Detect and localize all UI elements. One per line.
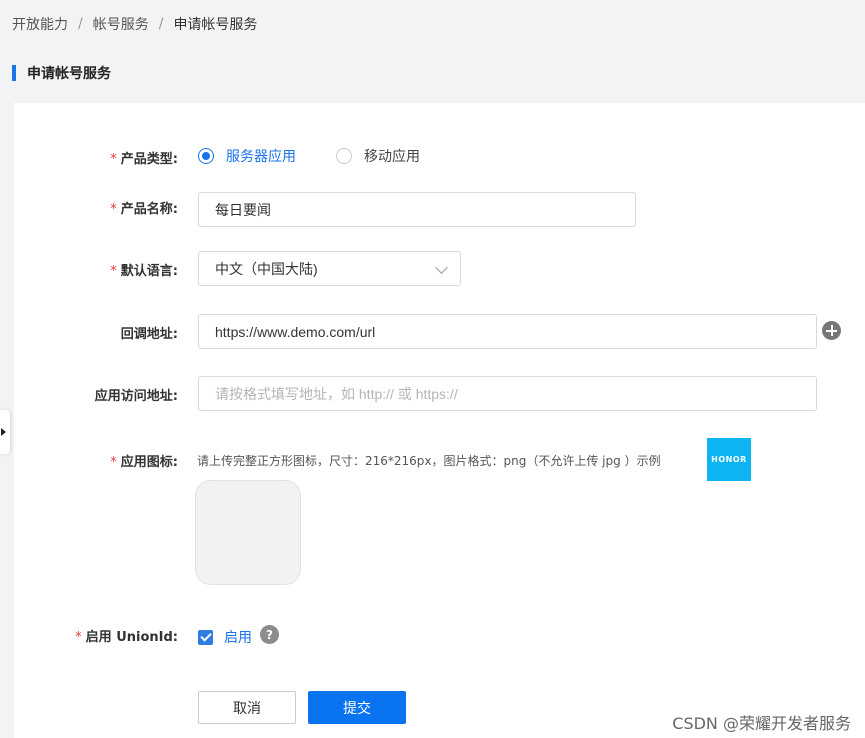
unionid-label-text: 启用 UnionId: xyxy=(85,630,178,645)
breadcrumb-apply-account-service: 申请帐号服务 xyxy=(173,17,258,33)
breadcrumb-separator: / xyxy=(158,16,164,32)
callback-url-label-text: 回调地址: xyxy=(120,327,178,342)
help-icon[interactable]: ? xyxy=(260,625,279,644)
product-name-label: * 产品名称: xyxy=(0,198,178,217)
radio-server-app-label: 服务器应用 xyxy=(226,149,296,165)
default-language-select[interactable]: 中文（中国大陆) xyxy=(198,251,461,286)
section-title: 申请帐号服务 xyxy=(12,63,111,83)
cancel-button[interactable]: 取消 xyxy=(198,691,296,724)
app-access-url-label: 应用访问地址: xyxy=(0,385,178,404)
required-mark: * xyxy=(110,152,117,167)
enable-unionid-checkbox[interactable]: 启用 xyxy=(198,627,252,647)
radio-mobile-app[interactable]: 移动应用 xyxy=(336,146,420,166)
sidebar-expand-handle[interactable] xyxy=(0,410,10,454)
product-name-input[interactable]: 每日要闻 xyxy=(198,192,636,227)
required-mark: * xyxy=(110,455,117,470)
default-language-label: * 默认语言: xyxy=(0,260,178,279)
breadcrumb: 开放能力 / 帐号服务 / 申请帐号服务 xyxy=(12,14,257,34)
app-icon-label: * 应用图标: xyxy=(0,451,178,470)
app-icon-hint: 请上传完整正方形图标，尺寸：216*216px，图片格式：png（不允许上传 j… xyxy=(197,454,661,468)
title-accent-bar xyxy=(12,65,16,81)
app-access-url-label-text: 应用访问地址: xyxy=(94,389,178,404)
section-title-text: 申请帐号服务 xyxy=(27,66,111,82)
app-icon-label-text: 应用图标: xyxy=(120,455,178,470)
required-mark: * xyxy=(110,202,117,217)
default-language-label-text: 默认语言: xyxy=(120,264,178,279)
required-mark: * xyxy=(110,264,117,279)
callback-url-label: 回调地址: xyxy=(0,323,178,342)
radio-circle xyxy=(336,148,352,164)
chevron-down-icon xyxy=(435,261,448,274)
breadcrumb-open-capabilities[interactable]: 开放能力 xyxy=(12,14,68,34)
submit-button[interactable]: 提交 xyxy=(308,691,406,724)
checkbox-checked-icon xyxy=(198,629,213,645)
add-callback-url-icon[interactable] xyxy=(822,321,841,340)
breadcrumb-separator: / xyxy=(78,16,83,32)
product-type-label-text: 产品类型: xyxy=(120,152,178,167)
app-access-url-input[interactable]: 请按格式填写地址，如 http:// 或 https:// xyxy=(198,376,817,411)
breadcrumb-account-service[interactable]: 帐号服务 xyxy=(93,14,149,34)
default-language-value: 中文（中国大陆) xyxy=(215,260,318,277)
unionid-label: * 启用 UnionId: xyxy=(0,626,178,645)
expand-arrow-icon xyxy=(1,428,6,436)
honor-example-logo: HONOR xyxy=(707,438,751,481)
watermark: CSDN @荣耀开发者服务 xyxy=(672,714,851,733)
enable-unionid-label: 启用 xyxy=(224,630,252,646)
radio-circle xyxy=(198,148,214,164)
product-name-label-text: 产品名称: xyxy=(120,202,178,217)
icon-upload-area[interactable] xyxy=(195,480,301,585)
required-mark: * xyxy=(75,630,82,645)
radio-server-app[interactable]: 服务器应用 xyxy=(198,146,296,166)
product-type-label: * 产品类型: xyxy=(0,148,178,167)
radio-mobile-app-label: 移动应用 xyxy=(364,149,420,165)
callback-url-input[interactable]: https://www.demo.com/url xyxy=(198,314,817,349)
